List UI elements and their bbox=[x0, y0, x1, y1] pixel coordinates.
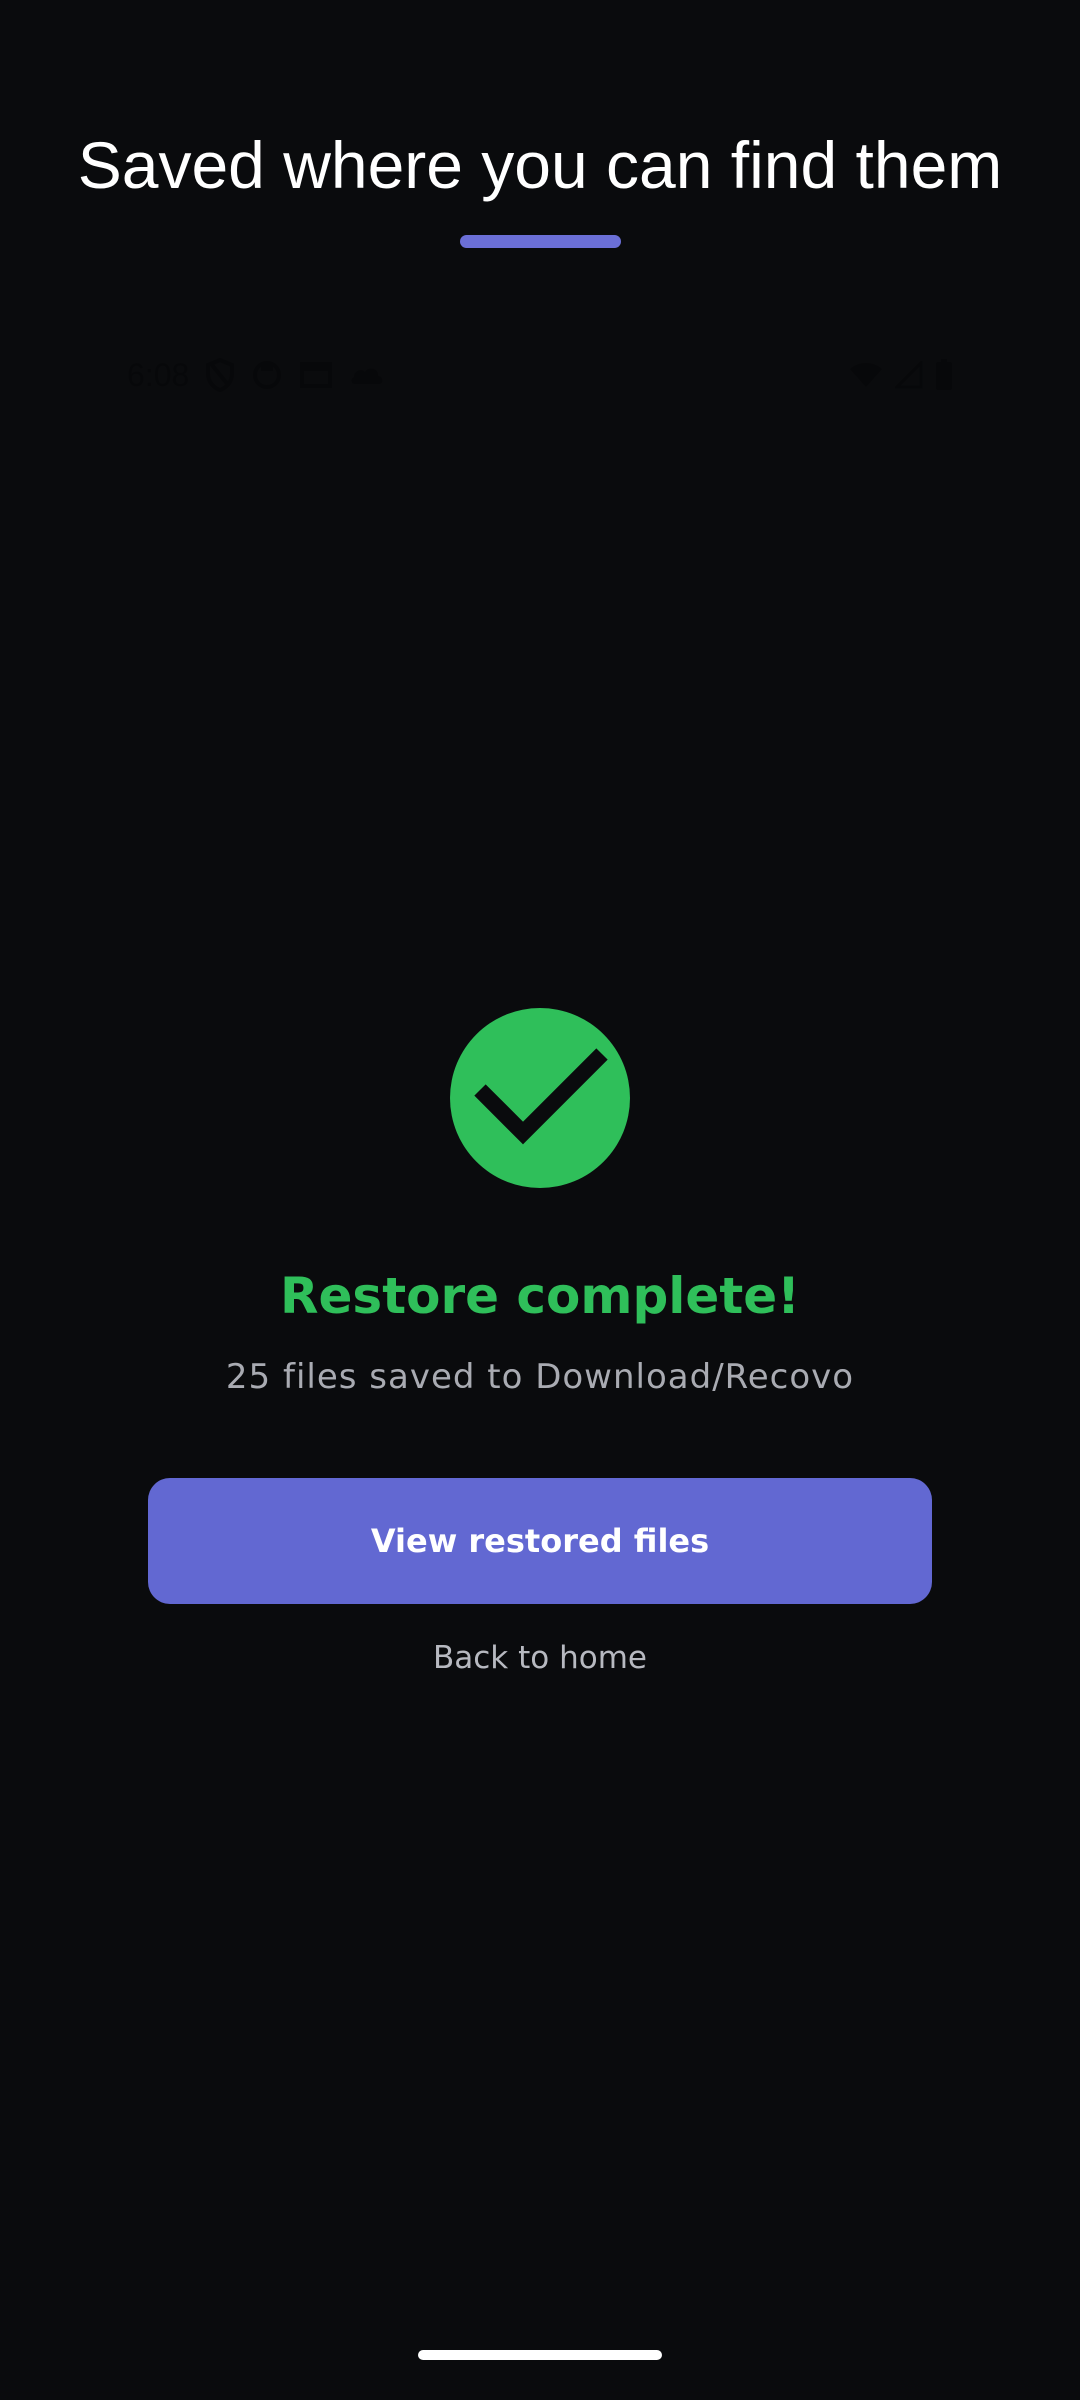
app-icon bbox=[253, 361, 282, 389]
view-restored-files-button[interactable]: View restored files bbox=[148, 1478, 932, 1604]
status-bar-left: 6:08 bbox=[127, 350, 385, 400]
home-indicator[interactable] bbox=[418, 2350, 662, 2360]
status-bar-right bbox=[849, 350, 953, 400]
back-to-home-button[interactable]: Back to home bbox=[390, 1633, 690, 1683]
check-circle-icon bbox=[450, 1008, 630, 1188]
status-bar: 6:08 bbox=[127, 350, 953, 400]
battery-icon bbox=[936, 359, 952, 390]
restore-complete-title: Restore complete! bbox=[280, 1267, 800, 1325]
headline-underline bbox=[460, 235, 621, 248]
window-icon bbox=[300, 362, 333, 388]
wifi-icon bbox=[850, 363, 882, 387]
cloud-icon bbox=[351, 368, 383, 384]
status-time: 6:08 bbox=[127, 356, 190, 393]
files-saved-subtitle: 25 files saved to Download/Recovo bbox=[225, 1357, 855, 1397]
shield-icon bbox=[206, 358, 235, 392]
headline: Saved where you can find them bbox=[77, 128, 1003, 202]
signal-icon bbox=[895, 361, 923, 389]
